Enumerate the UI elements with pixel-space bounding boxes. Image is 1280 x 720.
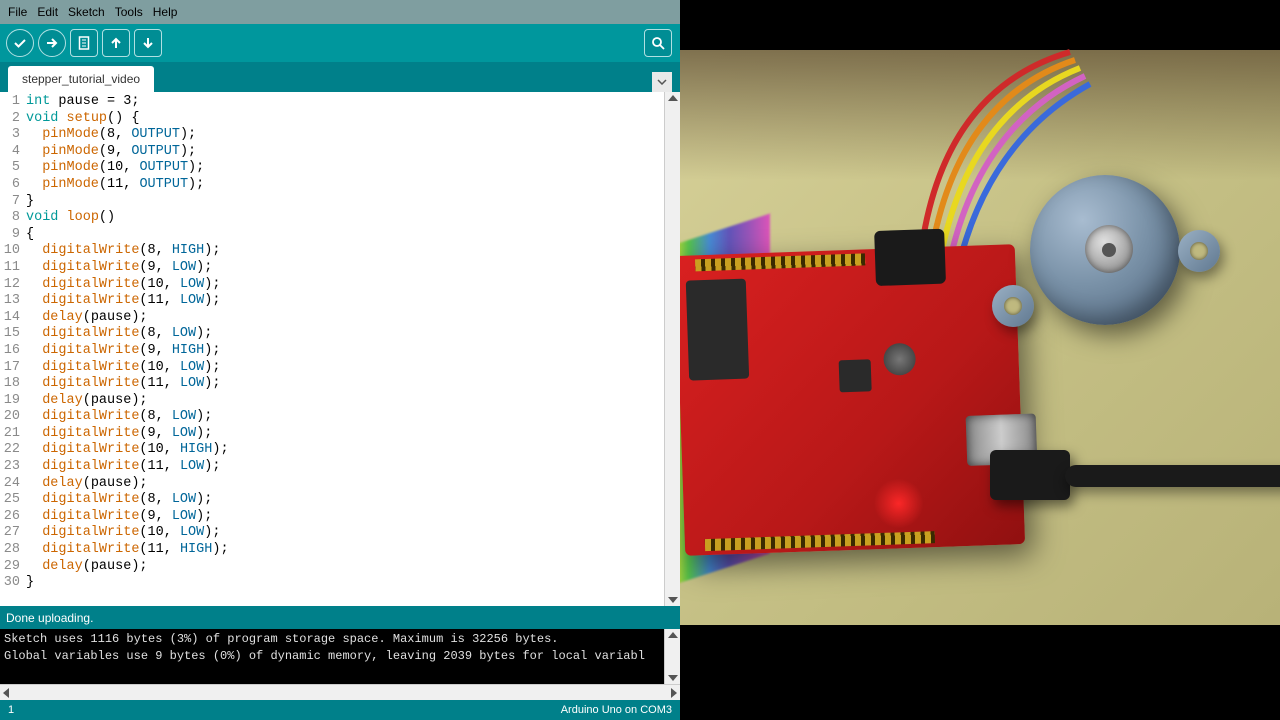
open-button[interactable] [102, 29, 130, 57]
menubar: File Edit Sketch Tools Help [0, 0, 680, 24]
magnifier-icon [650, 35, 666, 51]
barrel-jack [874, 229, 946, 286]
code-content[interactable]: int pause = 3;void setup() { pinMode(8, … [24, 92, 664, 606]
serial-monitor-button[interactable] [644, 29, 672, 57]
black-bar [680, 625, 1280, 720]
check-icon [12, 35, 28, 51]
status-text: Done uploading. [6, 611, 93, 625]
menu-file[interactable]: File [4, 3, 31, 21]
motor-shaft [1102, 243, 1116, 257]
status-bar: Done uploading. [0, 606, 680, 629]
upload-button[interactable] [38, 29, 66, 57]
footer-line: 1 [8, 704, 14, 716]
menu-tools[interactable]: Tools [111, 3, 147, 21]
mount-tab [992, 285, 1034, 327]
save-button[interactable] [134, 29, 162, 57]
cable-line [1065, 465, 1280, 487]
usb-cable [990, 430, 1280, 540]
console: Sketch uses 1116 bytes (3%) of program s… [0, 629, 680, 684]
console-hscroll[interactable] [0, 684, 680, 700]
file-icon [76, 35, 92, 51]
header-row-bottom [705, 531, 935, 551]
menu-edit[interactable]: Edit [33, 3, 62, 21]
console-text: Sketch uses 1116 bytes (3%) of program s… [4, 631, 676, 682]
line-gutter: 1234567891011121314151617181920212223242… [0, 92, 24, 606]
usb-plug [990, 450, 1070, 500]
capacitor [883, 343, 916, 376]
code-editor[interactable]: 1234567891011121314151617181920212223242… [0, 92, 680, 606]
editor-scrollbar[interactable] [664, 92, 680, 606]
arrow-right-icon [44, 35, 60, 51]
new-button[interactable] [70, 29, 98, 57]
power-led [873, 478, 925, 530]
tab-menu-button[interactable] [652, 72, 672, 92]
smd-component [839, 359, 872, 392]
footer-board: Arduino Uno on COM3 [561, 704, 672, 716]
sketch-tab[interactable]: stepper_tutorial_video [8, 66, 154, 92]
tab-bar: stepper_tutorial_video [0, 62, 680, 92]
camera-scene [680, 0, 1280, 720]
mcu-chip [686, 279, 749, 381]
console-scrollbar[interactable] [664, 629, 680, 684]
arrow-down-icon [140, 35, 156, 51]
menu-sketch[interactable]: Sketch [64, 3, 109, 21]
stepper-motor [990, 155, 1210, 345]
verify-button[interactable] [6, 29, 34, 57]
arduino-ide: File Edit Sketch Tools Help stepper_tuto… [0, 0, 680, 720]
footer: 1 Arduino Uno on COM3 [0, 700, 680, 720]
mount-tab [1178, 230, 1220, 272]
header-row-top [695, 253, 865, 271]
arrow-up-icon [108, 35, 124, 51]
camera-feed [680, 0, 1280, 720]
arduino-board [680, 244, 1025, 556]
menu-help[interactable]: Help [149, 3, 182, 21]
toolbar [0, 24, 680, 62]
chevron-down-icon [657, 79, 667, 85]
